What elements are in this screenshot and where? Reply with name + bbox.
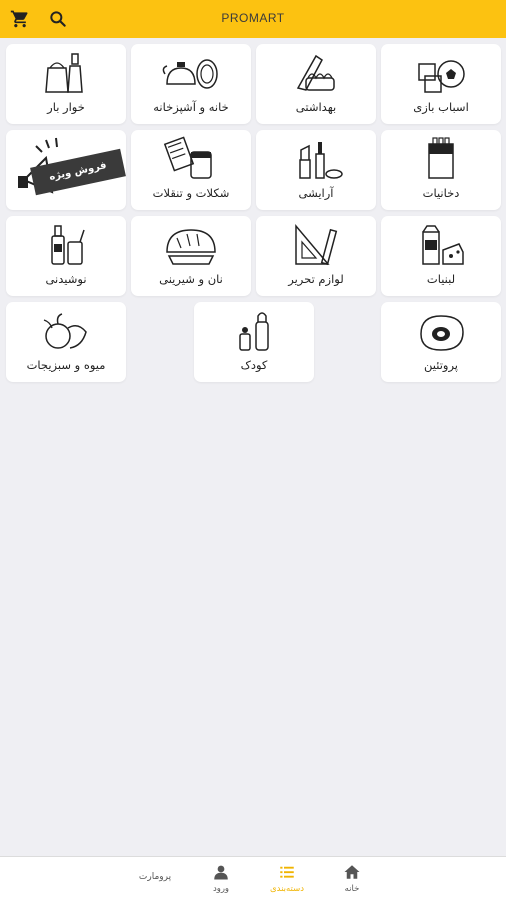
nav-categories[interactable]: دسته‌بندی <box>257 857 317 900</box>
category-label: اسباب بازی <box>413 100 469 114</box>
category-label: نان و شیرینی <box>159 272 223 286</box>
produce-icon <box>43 313 87 349</box>
category-label: لوازم تحریر <box>288 272 344 286</box>
category-baby[interactable]: کودک <box>194 302 314 382</box>
stationery-icon <box>295 223 338 266</box>
user-icon <box>214 865 228 880</box>
groceries-icon <box>45 53 83 93</box>
brand-title: PROMART <box>221 11 285 25</box>
category-label: نوشیدنی <box>45 272 87 286</box>
category-label: خوار بار <box>47 100 85 114</box>
category-label: شکلات و تنقلات <box>152 186 230 200</box>
nav-categories-label: دسته‌بندی <box>269 884 305 894</box>
bread-icon <box>166 229 216 265</box>
protein-icon <box>420 315 464 351</box>
category-dairy[interactable]: لبنیات <box>381 216 501 296</box>
kitchen-icon <box>162 59 218 89</box>
nav-login[interactable]: ورود <box>191 857 251 900</box>
category-hygiene[interactable]: بهداشتی <box>256 44 376 124</box>
drinks-icon <box>51 225 85 265</box>
bottom-navigation: خانه دسته‌بندی ورود پرومارت <box>0 856 506 900</box>
category-label: کودک <box>240 358 268 372</box>
nav-login-label: ورود <box>212 884 230 894</box>
list-icon <box>280 866 294 878</box>
category-label: آرایشی <box>298 186 334 200</box>
category-protein[interactable]: پروتئین <box>381 302 501 382</box>
category-cosmetics[interactable]: آرایشی <box>256 130 376 210</box>
nav-home-label: خانه <box>344 884 360 894</box>
category-label: میوه و سبزیجات <box>26 358 106 372</box>
toys-icon <box>418 60 465 93</box>
category-produce[interactable]: میوه و سبزیجات <box>6 302 126 382</box>
category-label: پروتئین <box>424 358 458 372</box>
category-label: دخانیات <box>422 186 460 200</box>
nav-promart[interactable]: پرومارت <box>125 872 185 882</box>
dairy-icon <box>422 225 464 265</box>
baby-icon <box>239 312 269 351</box>
category-kitchen[interactable]: خانه و آشپزخانه <box>131 44 251 124</box>
cosmetics-icon <box>299 142 343 179</box>
category-label: لبنیات <box>426 272 456 286</box>
category-label: بهداشتی <box>295 100 337 114</box>
category-tobacco[interactable]: دخانیات <box>381 130 501 210</box>
category-groceries[interactable]: خوار بار <box>6 44 126 124</box>
category-label: خانه و آشپزخانه <box>153 100 229 114</box>
category-bread[interactable]: نان و شیرینی <box>131 216 251 296</box>
category-snacks[interactable]: شکلات و تنقلات <box>131 130 251 210</box>
category-toys[interactable]: اسباب بازی <box>381 44 501 124</box>
top-app-bar: PROMART <box>0 0 506 38</box>
category-special-sale[interactable]: فروش ویژه <box>6 130 126 210</box>
home-icon <box>344 865 360 879</box>
tobacco-icon <box>428 137 454 179</box>
category-drinks[interactable]: نوشیدنی <box>6 216 126 296</box>
snacks-icon <box>163 136 212 179</box>
hygiene-icon <box>296 54 335 91</box>
nav-home[interactable]: خانه <box>322 857 382 900</box>
category-stationery[interactable]: لوازم تحریر <box>256 216 376 296</box>
